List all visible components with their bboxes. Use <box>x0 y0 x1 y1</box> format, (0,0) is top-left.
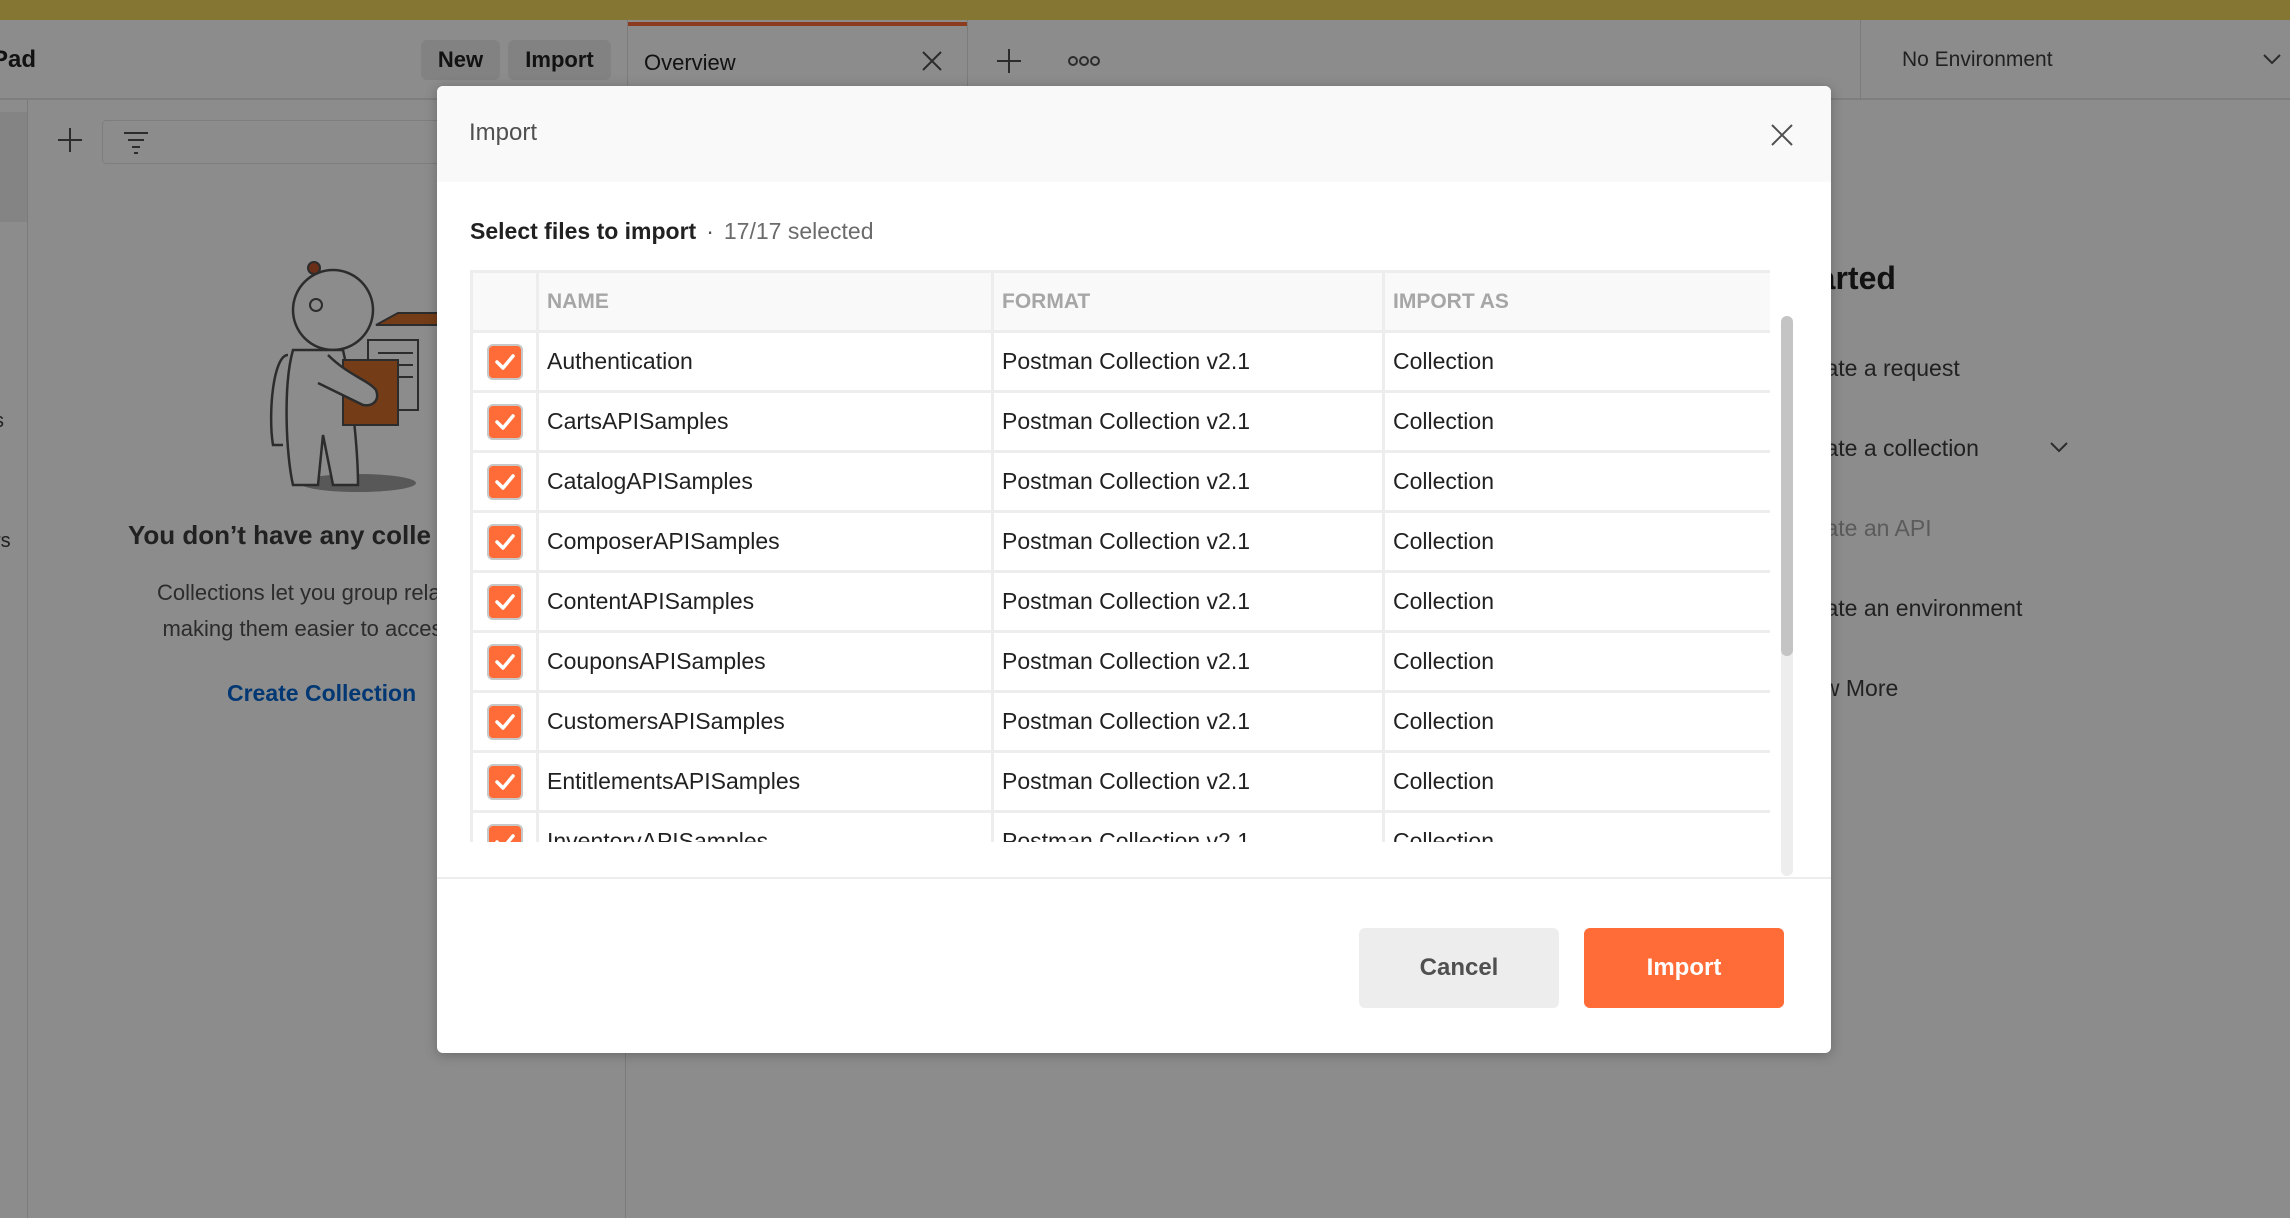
row-checkbox[interactable] <box>486 403 523 440</box>
header-import-as: IMPORT AS <box>1382 270 1770 333</box>
file-name: CatalogAPISamples <box>536 450 994 513</box>
modal-body: Select files to import · 17/17 selected NA… <box>437 182 1831 877</box>
row-checkbox-cell <box>470 690 539 753</box>
table-row[interactable]: Authentication Postman Collection v2.1 C… <box>470 330 1770 393</box>
header-select-column <box>470 270 539 333</box>
file-name: CartsAPISamples <box>536 390 994 453</box>
selection-summary: Select files to import · 17/17 selected <box>470 218 874 245</box>
file-name: CustomersAPISamples <box>536 690 994 753</box>
checkmark-icon <box>494 353 515 370</box>
checkmark-icon <box>494 833 515 842</box>
row-checkbox-cell <box>470 510 539 573</box>
table-header-row: NAME FORMAT IMPORT AS <box>470 270 1770 333</box>
row-checkbox-cell <box>470 630 539 693</box>
row-checkbox[interactable] <box>486 583 523 620</box>
table-body: Authentication Postman Collection v2.1 C… <box>470 330 1770 842</box>
file-format: Postman Collection v2.1 <box>991 510 1385 573</box>
row-checkbox[interactable] <box>486 763 523 800</box>
file-format: Postman Collection v2.1 <box>991 690 1385 753</box>
checkmark-icon <box>494 533 515 550</box>
file-import-as: Collection <box>1382 390 1770 453</box>
file-import-as: Collection <box>1382 510 1770 573</box>
import-button[interactable]: Import <box>1584 928 1784 1008</box>
row-checkbox[interactable] <box>486 823 523 842</box>
file-format: Postman Collection v2.1 <box>991 450 1385 513</box>
file-import-as: Collection <box>1382 690 1770 753</box>
file-format: Postman Collection v2.1 <box>991 750 1385 813</box>
table-row[interactable]: CouponsAPISamples Postman Collection v2.… <box>470 630 1770 693</box>
select-files-label: Select files to import <box>470 218 697 244</box>
file-import-as: Collection <box>1382 750 1770 813</box>
row-checkbox-cell <box>470 570 539 633</box>
row-checkbox[interactable] <box>486 643 523 680</box>
checkmark-icon <box>494 773 515 790</box>
row-checkbox-cell <box>470 390 539 453</box>
file-name: ContentAPISamples <box>536 570 994 633</box>
file-name: ComposerAPISamples <box>536 510 994 573</box>
scrollbar-thumb[interactable] <box>1781 316 1793 656</box>
file-name: InventoryAPISamples <box>536 810 994 842</box>
file-format: Postman Collection v2.1 <box>991 330 1385 393</box>
modal-header: Import <box>437 86 1831 182</box>
file-import-as: Collection <box>1382 450 1770 513</box>
header-format: FORMAT <box>991 270 1385 333</box>
row-checkbox-cell <box>470 450 539 513</box>
table-row[interactable]: ComposerAPISamples Postman Collection v2… <box>470 510 1770 573</box>
file-name: CouponsAPISamples <box>536 630 994 693</box>
table-row[interactable]: ContentAPISamples Postman Collection v2.… <box>470 570 1770 633</box>
files-table: NAME FORMAT IMPORT AS Authentication Pos… <box>470 270 1770 842</box>
file-name: EntitlementsAPISamples <box>536 750 994 813</box>
table-row[interactable]: CartsAPISamples Postman Collection v2.1 … <box>470 390 1770 453</box>
modal-footer: Cancel Import <box>437 877 1831 1053</box>
files-table-container: NAME FORMAT IMPORT AS Authentication Pos… <box>470 270 1770 842</box>
checkmark-icon <box>494 413 515 430</box>
file-format: Postman Collection v2.1 <box>991 810 1385 842</box>
close-icon[interactable] <box>1771 124 1793 146</box>
checkmark-icon <box>494 653 515 670</box>
file-import-as: Collection <box>1382 570 1770 633</box>
separator-dot: · <box>706 218 714 244</box>
checkmark-icon <box>494 473 515 490</box>
table-row[interactable]: InventoryAPISamples Postman Collection v… <box>470 810 1770 842</box>
file-format: Postman Collection v2.1 <box>991 570 1385 633</box>
cancel-button[interactable]: Cancel <box>1359 928 1559 1008</box>
file-import-as: Collection <box>1382 630 1770 693</box>
selected-count: 17/17 selected <box>723 218 874 244</box>
row-checkbox-cell <box>470 330 539 393</box>
checkmark-icon <box>494 713 515 730</box>
row-checkbox[interactable] <box>486 703 523 740</box>
row-checkbox[interactable] <box>486 523 523 560</box>
table-row[interactable]: EntitlementsAPISamples Postman Collectio… <box>470 750 1770 813</box>
file-name: Authentication <box>536 330 994 393</box>
table-row[interactable]: CatalogAPISamples Postman Collection v2.… <box>470 450 1770 513</box>
file-format: Postman Collection v2.1 <box>991 630 1385 693</box>
row-checkbox-cell <box>470 750 539 813</box>
header-name: NAME <box>536 270 994 333</box>
import-modal: Import Select files to import · 17/17 sele… <box>437 86 1831 1053</box>
file-import-as: Collection <box>1382 330 1770 393</box>
checkmark-icon <box>494 593 515 610</box>
row-checkbox[interactable] <box>486 343 523 380</box>
file-import-as: Collection <box>1382 810 1770 842</box>
modal-title: Import <box>469 119 538 146</box>
table-scrollbar[interactable] <box>1781 316 1793 876</box>
row-checkbox-cell <box>470 810 539 842</box>
row-checkbox[interactable] <box>486 463 523 500</box>
table-row[interactable]: CustomersAPISamples Postman Collection v… <box>470 690 1770 753</box>
file-format: Postman Collection v2.1 <box>991 390 1385 453</box>
